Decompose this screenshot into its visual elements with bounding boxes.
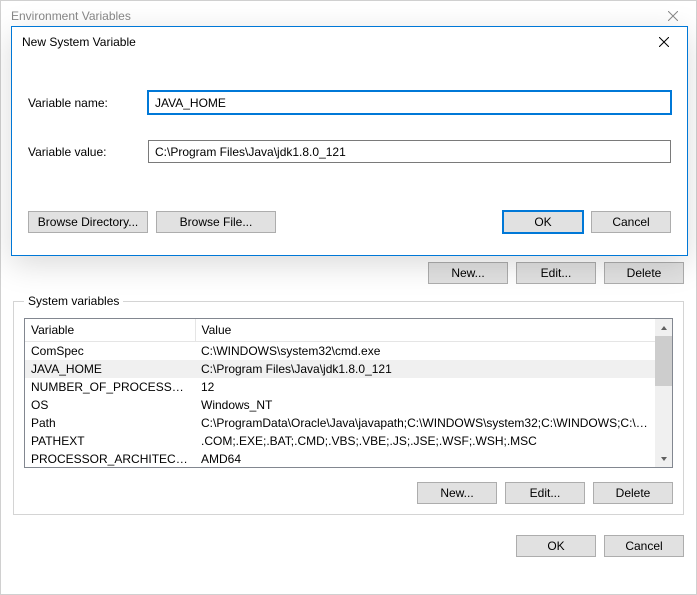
table-row[interactable]: PROCESSOR_ARCHITECTUREAMD64 <box>25 450 655 467</box>
modal-buttons-left: Browse Directory... Browse File... <box>28 211 276 233</box>
cell-value: C:\Program Files\Java\jdk1.8.0_121 <box>195 360 655 378</box>
system-variables-legend: System variables <box>24 294 123 308</box>
scroll-down-arrow-icon[interactable] <box>655 450 672 467</box>
column-header-value[interactable]: Value <box>195 319 655 342</box>
table-row[interactable]: JAVA_HOMEC:\Program Files\Java\jdk1.8.0_… <box>25 360 655 378</box>
system-variables-table-wrap: Variable Value ComSpecC:\WINDOWS\system3… <box>24 318 673 468</box>
cancel-button[interactable]: Cancel <box>604 535 684 557</box>
modal-title: New System Variable <box>22 35 136 49</box>
cell-value: AMD64 <box>195 450 655 467</box>
variable-name-label: Variable name: <box>28 96 148 110</box>
system-vars-buttons: New... Edit... Delete <box>24 482 673 504</box>
close-icon <box>668 11 678 21</box>
modal-titlebar: New System Variable <box>12 27 687 57</box>
modal-buttons: Browse Directory... Browse File... OK Ca… <box>28 211 671 233</box>
cell-variable: PROCESSOR_ARCHITECTURE <box>25 450 195 467</box>
cell-variable: JAVA_HOME <box>25 360 195 378</box>
table-row[interactable]: ComSpecC:\WINDOWS\system32\cmd.exe <box>25 342 655 361</box>
system-delete-button[interactable]: Delete <box>593 482 673 504</box>
browse-file-button[interactable]: Browse File... <box>156 211 276 233</box>
browse-directory-button[interactable]: Browse Directory... <box>28 211 148 233</box>
close-icon <box>659 37 669 47</box>
column-header-variable[interactable]: Variable <box>25 319 195 342</box>
scrollbar-track[interactable] <box>655 386 672 450</box>
window-title: Environment Variables <box>11 9 131 23</box>
modal-buttons-right: OK Cancel <box>503 211 671 233</box>
scrollbar-thumb[interactable] <box>655 336 672 386</box>
cell-value: Windows_NT <box>195 396 655 414</box>
dialog-buttons: OK Cancel <box>13 535 684 557</box>
cell-value: C:\ProgramData\Oracle\Java\javapath;C:\W… <box>195 414 655 432</box>
system-new-button[interactable]: New... <box>417 482 497 504</box>
table-row[interactable]: PathC:\ProgramData\Oracle\Java\javapath;… <box>25 414 655 432</box>
table-row[interactable]: PATHEXT.COM;.EXE;.BAT;.CMD;.VBS;.VBE;.JS… <box>25 432 655 450</box>
variable-name-row: Variable name: <box>28 91 671 114</box>
modal-close-button[interactable] <box>641 27 687 57</box>
system-edit-button[interactable]: Edit... <box>505 482 585 504</box>
environment-variables-window: Environment Variables New... Edit... Del… <box>0 0 697 595</box>
user-new-button[interactable]: New... <box>428 262 508 284</box>
table-header-row: Variable Value <box>25 319 655 342</box>
cell-variable: PATHEXT <box>25 432 195 450</box>
cell-value: C:\WINDOWS\system32\cmd.exe <box>195 342 655 361</box>
cell-variable: ComSpec <box>25 342 195 361</box>
new-system-variable-dialog: New System Variable Variable name: Varia… <box>11 26 688 256</box>
vertical-scrollbar[interactable] <box>655 319 672 467</box>
cell-value: .COM;.EXE;.BAT;.CMD;.VBS;.VBE;.JS;.JSE;.… <box>195 432 655 450</box>
cell-value: 12 <box>195 378 655 396</box>
cell-variable: NUMBER_OF_PROCESSORS <box>25 378 195 396</box>
user-vars-buttons: New... Edit... Delete <box>13 262 684 284</box>
variable-value-row: Variable value: <box>28 140 671 163</box>
scroll-up-arrow-icon[interactable] <box>655 319 672 336</box>
modal-ok-button[interactable]: OK <box>503 211 583 233</box>
modal-cancel-button[interactable]: Cancel <box>591 211 671 233</box>
user-delete-button[interactable]: Delete <box>604 262 684 284</box>
cell-variable: Path <box>25 414 195 432</box>
system-variables-table[interactable]: Variable Value ComSpecC:\WINDOWS\system3… <box>25 319 655 467</box>
variable-name-input[interactable] <box>148 91 671 114</box>
variable-value-label: Variable value: <box>28 145 148 159</box>
cell-variable: OS <box>25 396 195 414</box>
ok-button[interactable]: OK <box>516 535 596 557</box>
user-edit-button[interactable]: Edit... <box>516 262 596 284</box>
system-variables-group: System variables Variable Value ComSpecC… <box>13 294 684 515</box>
table-row[interactable]: OSWindows_NT <box>25 396 655 414</box>
system-variables-table-inner: Variable Value ComSpecC:\WINDOWS\system3… <box>25 319 655 467</box>
variable-value-input[interactable] <box>148 140 671 163</box>
table-row[interactable]: NUMBER_OF_PROCESSORS12 <box>25 378 655 396</box>
content-area: New... Edit... Delete System variables V… <box>1 256 696 594</box>
